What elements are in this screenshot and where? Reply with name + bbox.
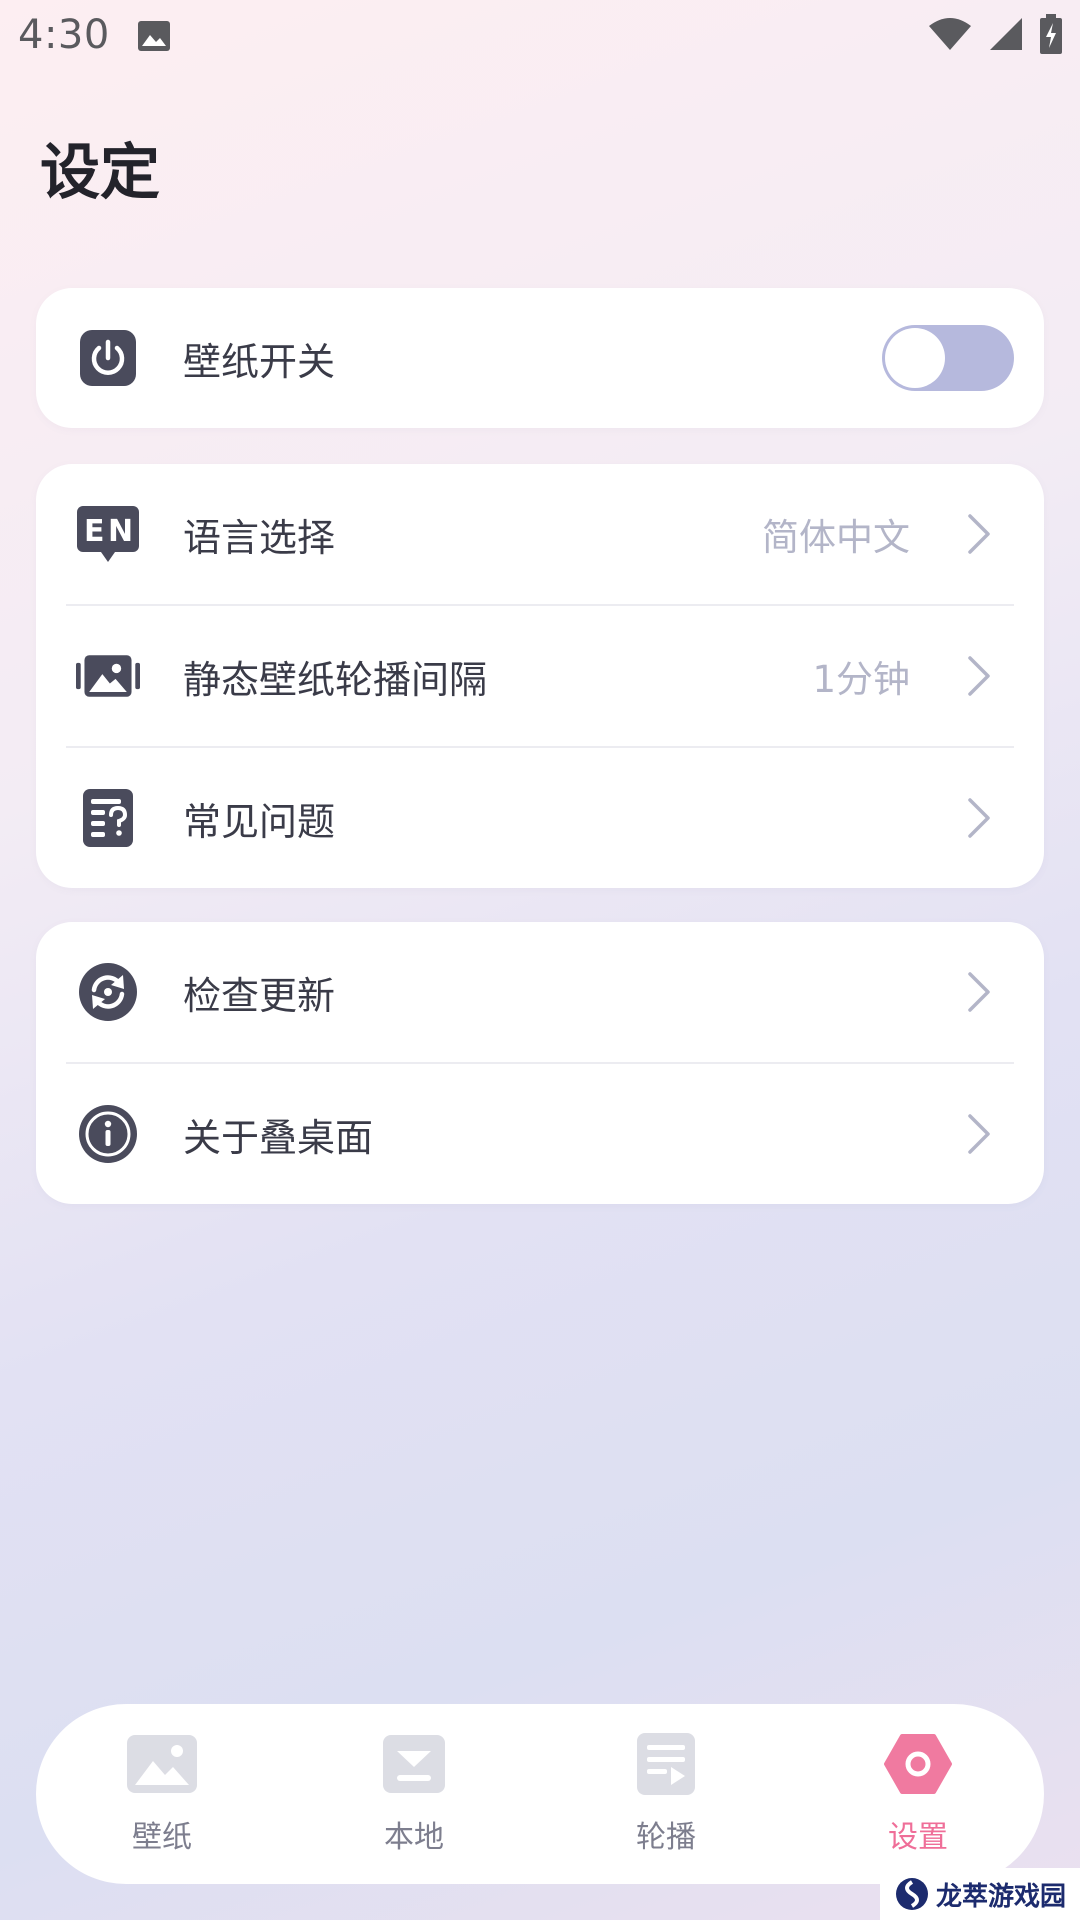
watermark-text: 龙萃游戏园 bbox=[935, 1881, 1066, 1912]
settings-list-card: E N 语言选择 简体中文 静态壁纸轮播间隔 1分钟 常见问题 bbox=[36, 464, 1044, 888]
nav-label: 设置 bbox=[888, 1820, 948, 1855]
about-card: 检查更新 关于叠桌面 bbox=[36, 922, 1044, 1204]
nav-item-wallpaper[interactable]: 壁纸 bbox=[36, 1704, 288, 1884]
wallpaper-switch-row: 壁纸开关 bbox=[36, 288, 1044, 428]
faq-row[interactable]: 常见问题 bbox=[36, 748, 1044, 888]
watermark-logo-icon bbox=[895, 1878, 928, 1910]
chevron-right-icon bbox=[968, 972, 990, 1012]
battery-charging-icon bbox=[1040, 14, 1062, 58]
page-title: 设定 bbox=[40, 138, 160, 208]
chevron-right-icon bbox=[968, 514, 990, 554]
info-icon bbox=[76, 1102, 140, 1166]
wallpaper-switch-card: 壁纸开关 bbox=[36, 288, 1044, 428]
svg-text:N: N bbox=[108, 514, 133, 549]
bottom-nav: 壁纸 本地 轮播 设置 bbox=[36, 1704, 1044, 1884]
nav-label: 轮播 bbox=[636, 1820, 696, 1855]
status-time: 4:30 bbox=[18, 12, 110, 58]
nav-item-carousel[interactable]: 轮播 bbox=[540, 1704, 792, 1884]
about-row[interactable]: 关于叠桌面 bbox=[36, 1064, 1044, 1204]
check-update-row[interactable]: 检查更新 bbox=[36, 922, 1044, 1062]
language-value: 简体中文 bbox=[762, 516, 910, 559]
chevron-right-icon bbox=[968, 798, 990, 838]
carousel-playlist-icon bbox=[631, 1732, 701, 1796]
language-label: 语言选择 bbox=[183, 515, 336, 560]
local-download-icon bbox=[379, 1732, 449, 1796]
nav-label: 本地 bbox=[384, 1820, 444, 1855]
chevron-right-icon bbox=[968, 1114, 990, 1154]
nav-item-settings[interactable]: 设置 bbox=[792, 1704, 1044, 1884]
nav-item-local[interactable]: 本地 bbox=[288, 1704, 540, 1884]
chevron-right-icon bbox=[968, 656, 990, 696]
watermark: 龙萃游戏园 bbox=[880, 1868, 1080, 1920]
wallpaper-switch-toggle[interactable] bbox=[882, 325, 1014, 391]
faq-label: 常见问题 bbox=[183, 799, 336, 844]
svg-text:E: E bbox=[84, 514, 105, 549]
carousel-interval-value: 1分钟 bbox=[812, 658, 910, 701]
wallpaper-icon bbox=[127, 1732, 197, 1796]
image-carousel-icon bbox=[76, 644, 140, 708]
language-row[interactable]: E N 语言选择 简体中文 bbox=[36, 464, 1044, 604]
check-update-label: 检查更新 bbox=[183, 973, 336, 1018]
carousel-interval-label: 静态壁纸轮播间隔 bbox=[183, 657, 488, 702]
nav-label: 壁纸 bbox=[132, 1820, 192, 1855]
carousel-interval-row[interactable]: 静态壁纸轮播间隔 1分钟 bbox=[36, 606, 1044, 746]
wifi-icon bbox=[928, 16, 972, 56]
gallery-icon bbox=[136, 18, 172, 54]
wallpaper-switch-label: 壁纸开关 bbox=[183, 339, 336, 384]
faq-document-icon bbox=[76, 786, 140, 850]
about-label: 关于叠桌面 bbox=[183, 1115, 374, 1160]
toggle-knob bbox=[885, 328, 945, 388]
power-icon bbox=[76, 326, 140, 390]
status-bar: 4:30 bbox=[0, 0, 1080, 72]
signal-icon bbox=[988, 16, 1024, 56]
settings-hexagon-icon bbox=[883, 1732, 953, 1796]
en-language-icon: E N bbox=[76, 502, 140, 566]
refresh-icon bbox=[76, 960, 140, 1024]
